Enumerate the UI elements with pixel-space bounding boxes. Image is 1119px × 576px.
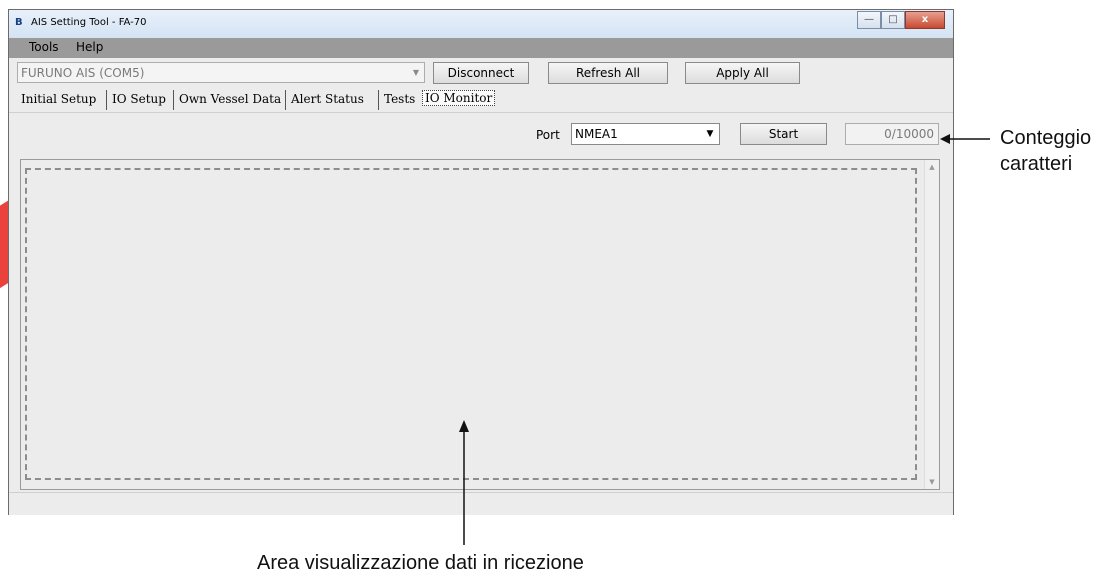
counter-callout-arrow — [940, 134, 990, 144]
title-bar: B AIS Setting Tool - FA-70 — □ x — [9, 10, 953, 38]
app-icon: B — [15, 17, 23, 28]
counter-annotation: Conteggio caratteri — [1000, 125, 1091, 177]
refresh-all-button[interactable]: Refresh All — [548, 62, 668, 84]
connection-select[interactable]: FURUNO AIS (COM5) ▼ — [17, 62, 425, 83]
connection-value: FURUNO AIS (COM5) — [21, 66, 145, 80]
counter-annotation-line2: caratteri — [1000, 153, 1073, 175]
chevron-down-icon[interactable]: ▼ — [410, 65, 422, 80]
menu-help[interactable]: Help — [76, 40, 103, 54]
window-controls: — □ x — [857, 11, 945, 29]
tab-own-vessel-data[interactable]: Own Vessel Data — [179, 92, 281, 106]
chevron-down-icon[interactable]: ▼ — [704, 126, 716, 142]
tab-io-monitor[interactable]: IO Monitor — [422, 90, 496, 106]
tab-divider — [173, 90, 174, 110]
counter-annotation-line1: Conteggio — [1000, 127, 1092, 149]
app-window: B AIS Setting Tool - FA-70 — □ x Tools H… — [8, 9, 954, 515]
menu-tools[interactable]: Tools — [29, 40, 59, 54]
tab-initial-setup[interactable]: Initial Setup — [21, 92, 96, 106]
port-label: Port — [536, 128, 560, 142]
data-area-callout-arrow — [459, 420, 469, 545]
receive-data-area[interactable]: ▲ ▼ — [20, 159, 940, 490]
tab-tests[interactable]: Tests — [384, 92, 415, 106]
tab-divider — [106, 90, 107, 110]
minimize-icon[interactable]: — — [857, 11, 881, 29]
maximize-icon[interactable]: □ — [881, 11, 905, 29]
scroll-up-icon[interactable]: ▲ — [925, 163, 939, 171]
disconnect-button[interactable]: Disconnect — [433, 62, 529, 84]
status-bar — [9, 492, 953, 515]
tab-divider — [285, 90, 286, 110]
close-icon[interactable]: x — [905, 11, 945, 29]
character-counter: 0/10000 — [845, 123, 939, 145]
port-value: NMEA1 — [575, 127, 618, 141]
menu-bar: Tools Help — [9, 38, 953, 58]
vertical-scrollbar[interactable]: ▲ ▼ — [924, 160, 939, 489]
apply-all-button[interactable]: Apply All — [685, 62, 800, 84]
scroll-down-icon[interactable]: ▼ — [925, 478, 939, 486]
tab-divider — [378, 90, 379, 110]
tab-underline — [9, 112, 953, 113]
window-title: AIS Setting Tool - FA-70 — [31, 17, 147, 28]
start-button[interactable]: Start — [740, 123, 827, 145]
tab-io-setup[interactable]: IO Setup — [112, 92, 166, 106]
port-select[interactable]: NMEA1 ▼ — [571, 123, 720, 145]
data-area-annotation: Area visualizzazione dati in ricezione — [257, 552, 584, 574]
tab-alert-status[interactable]: Alert Status — [291, 92, 364, 106]
